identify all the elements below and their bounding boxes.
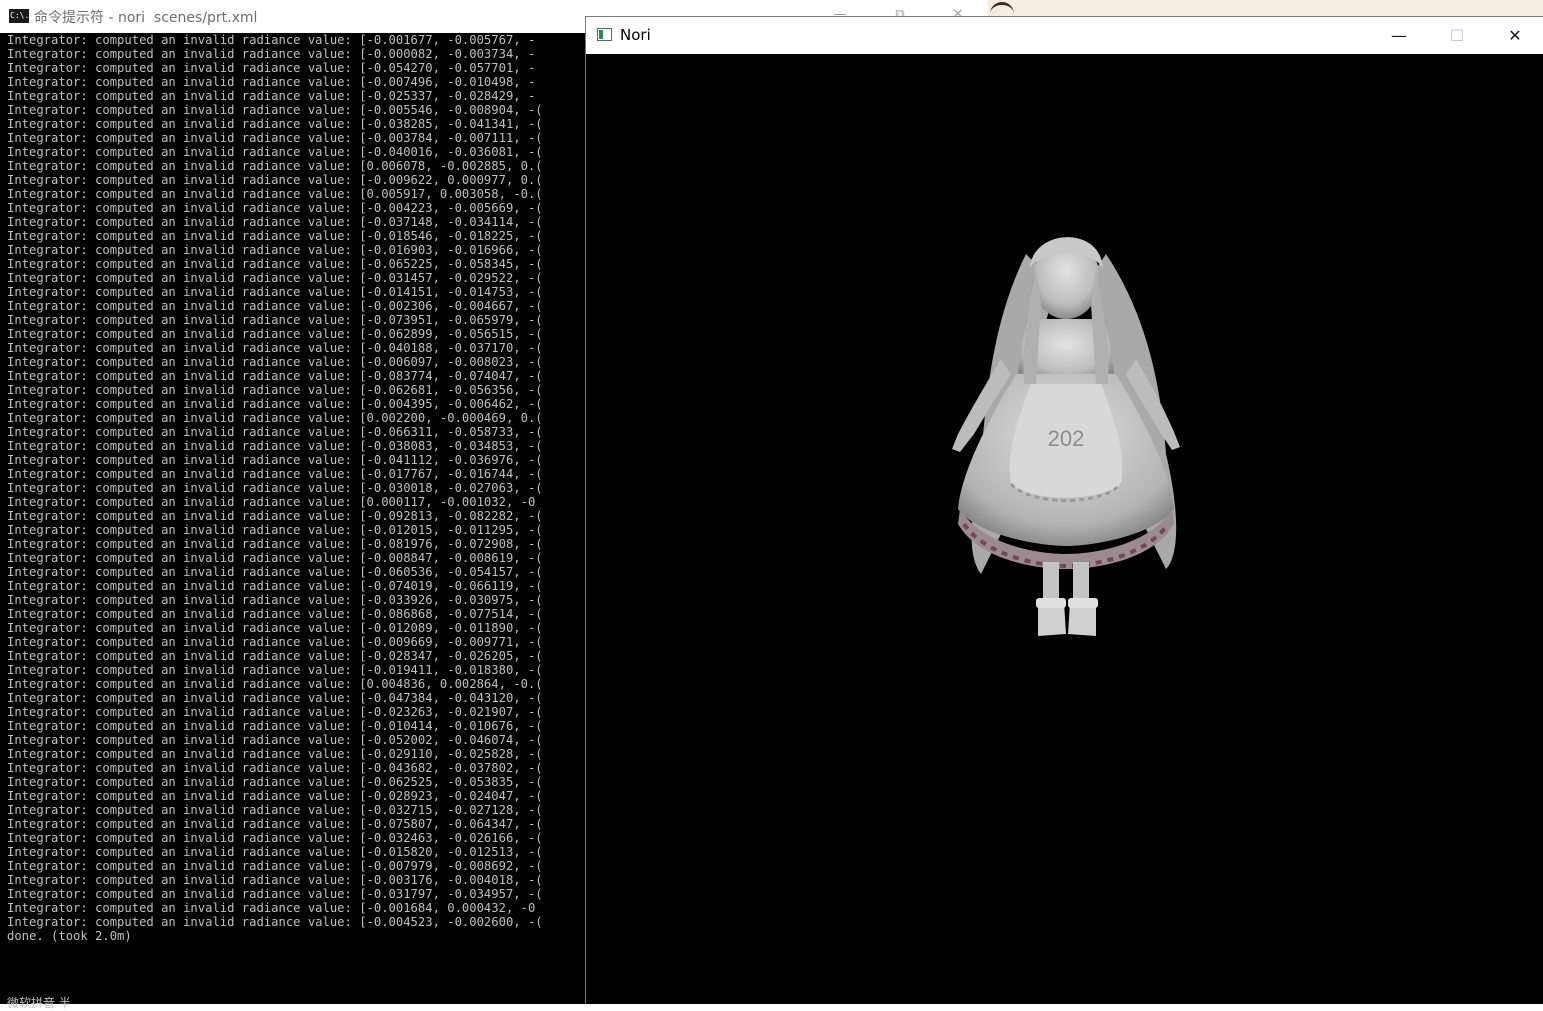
close-button[interactable]: ✕ (1486, 17, 1543, 54)
console-line: Integrator: computed an invalid radiance… (7, 425, 543, 439)
console-line: Integrator: computed an invalid radiance… (7, 285, 543, 299)
ime-status: 微软拼音 半 (7, 996, 71, 1010)
render-canvas: 202 (586, 54, 1543, 1004)
console-line: Integrator: computed an invalid radiance… (7, 243, 543, 257)
console-line: Integrator: computed an invalid radiance… (7, 75, 536, 89)
console-line: Integrator: computed an invalid radiance… (7, 775, 543, 789)
console-line: Integrator: computed an invalid radiance… (7, 649, 543, 663)
apron-text: 202 (1048, 426, 1085, 451)
console-line: Integrator: computed an invalid radiance… (7, 537, 543, 551)
console-line: Integrator: computed an invalid radiance… (7, 747, 543, 761)
console-line: Integrator: computed an invalid radiance… (7, 215, 543, 229)
console-line: Integrator: computed an invalid radiance… (7, 355, 543, 369)
console-line: Integrator: computed an invalid radiance… (7, 327, 543, 341)
console-line: Integrator: computed an invalid radiance… (7, 257, 543, 271)
console-line: Integrator: computed an invalid radiance… (7, 509, 543, 523)
console-line: Integrator: computed an invalid radiance… (7, 201, 543, 215)
console-line: Integrator: computed an invalid radiance… (7, 621, 543, 635)
console-line: Integrator: computed an invalid radiance… (7, 33, 536, 47)
console-line: Integrator: computed an invalid radiance… (7, 733, 543, 747)
console-line: Integrator: computed an invalid radiance… (7, 705, 543, 719)
console-line: Integrator: computed an invalid radiance… (7, 565, 543, 579)
console-line: Integrator: computed an invalid radiance… (7, 439, 543, 453)
console-line: Integrator: computed an invalid radiance… (7, 831, 543, 845)
console-line: Integrator: computed an invalid radiance… (7, 789, 543, 803)
console-line: Integrator: computed an invalid radiance… (7, 607, 543, 621)
console-line: Integrator: computed an invalid radiance… (7, 383, 543, 397)
console-line: Integrator: computed an invalid radiance… (7, 61, 536, 75)
console-line: Integrator: computed an invalid radiance… (7, 159, 543, 173)
console-line: Integrator: computed an invalid radiance… (7, 915, 543, 929)
console-line: Integrator: computed an invalid radiance… (7, 887, 543, 901)
console-line: Integrator: computed an invalid radiance… (7, 173, 543, 187)
console-done-line: done. (took 2.0m) (7, 929, 132, 943)
cmd-icon: C:\. (9, 9, 29, 23)
console-line: Integrator: computed an invalid radiance… (7, 89, 536, 103)
maximize-button[interactable]: ☐ (1428, 17, 1486, 54)
console-line: Integrator: computed an invalid radiance… (7, 761, 543, 775)
console-line: Integrator: computed an invalid radiance… (7, 467, 543, 481)
background-window (988, 0, 1543, 17)
console-line: Integrator: computed an invalid radiance… (7, 313, 543, 327)
console-title: 命令提示符 - nori scenes/prt.xml (34, 10, 258, 26)
console-line: Integrator: computed an invalid radiance… (7, 271, 543, 285)
console-line: Integrator: computed an invalid radiance… (7, 901, 536, 915)
nori-window-icon (597, 28, 612, 41)
console-line: Integrator: computed an invalid radiance… (7, 859, 543, 873)
console-line: Integrator: computed an invalid radiance… (7, 817, 543, 831)
nori-window: Nori — ☐ ✕ 202 (585, 16, 1543, 1004)
nori-titlebar[interactable]: Nori — ☐ ✕ (586, 17, 1543, 54)
console-line: Integrator: computed an invalid radiance… (7, 341, 543, 355)
console-line: Integrator: computed an invalid radiance… (7, 369, 543, 383)
console-line: Integrator: computed an invalid radiance… (7, 677, 543, 691)
console-line: Integrator: computed an invalid radiance… (7, 103, 543, 117)
console-line: Integrator: computed an invalid radiance… (7, 117, 543, 131)
console-output: Integrator: computed an invalid radiance… (7, 33, 585, 1004)
console-line: Integrator: computed an invalid radiance… (7, 145, 543, 159)
rendered-character: 202 (952, 237, 1180, 636)
console-line: Integrator: computed an invalid radiance… (7, 131, 543, 145)
console-line: Integrator: computed an invalid radiance… (7, 551, 543, 565)
console-line: Integrator: computed an invalid radiance… (7, 187, 543, 201)
nori-title: Nori (620, 26, 651, 44)
console-line: Integrator: computed an invalid radiance… (7, 845, 543, 859)
console-line: Integrator: computed an invalid radiance… (7, 495, 536, 509)
console-line: Integrator: computed an invalid radiance… (7, 663, 543, 677)
console-line: Integrator: computed an invalid radiance… (7, 873, 543, 887)
console-line: Integrator: computed an invalid radiance… (7, 481, 543, 495)
console-line: Integrator: computed an invalid radiance… (7, 229, 543, 243)
console-line: Integrator: computed an invalid radiance… (7, 719, 543, 733)
console-line: Integrator: computed an invalid radiance… (7, 635, 543, 649)
console-line: Integrator: computed an invalid radiance… (7, 411, 543, 425)
console-line: Integrator: computed an invalid radiance… (7, 691, 543, 705)
minimize-button[interactable]: — (1370, 17, 1428, 54)
console-line: Integrator: computed an invalid radiance… (7, 299, 543, 313)
console-line: Integrator: computed an invalid radiance… (7, 397, 543, 411)
console-line: Integrator: computed an invalid radiance… (7, 47, 536, 61)
console-line: Integrator: computed an invalid radiance… (7, 803, 543, 817)
console-line: Integrator: computed an invalid radiance… (7, 579, 543, 593)
console-line: Integrator: computed an invalid radiance… (7, 593, 543, 607)
console-line: Integrator: computed an invalid radiance… (7, 523, 543, 537)
console-line: Integrator: computed an invalid radiance… (7, 453, 543, 467)
